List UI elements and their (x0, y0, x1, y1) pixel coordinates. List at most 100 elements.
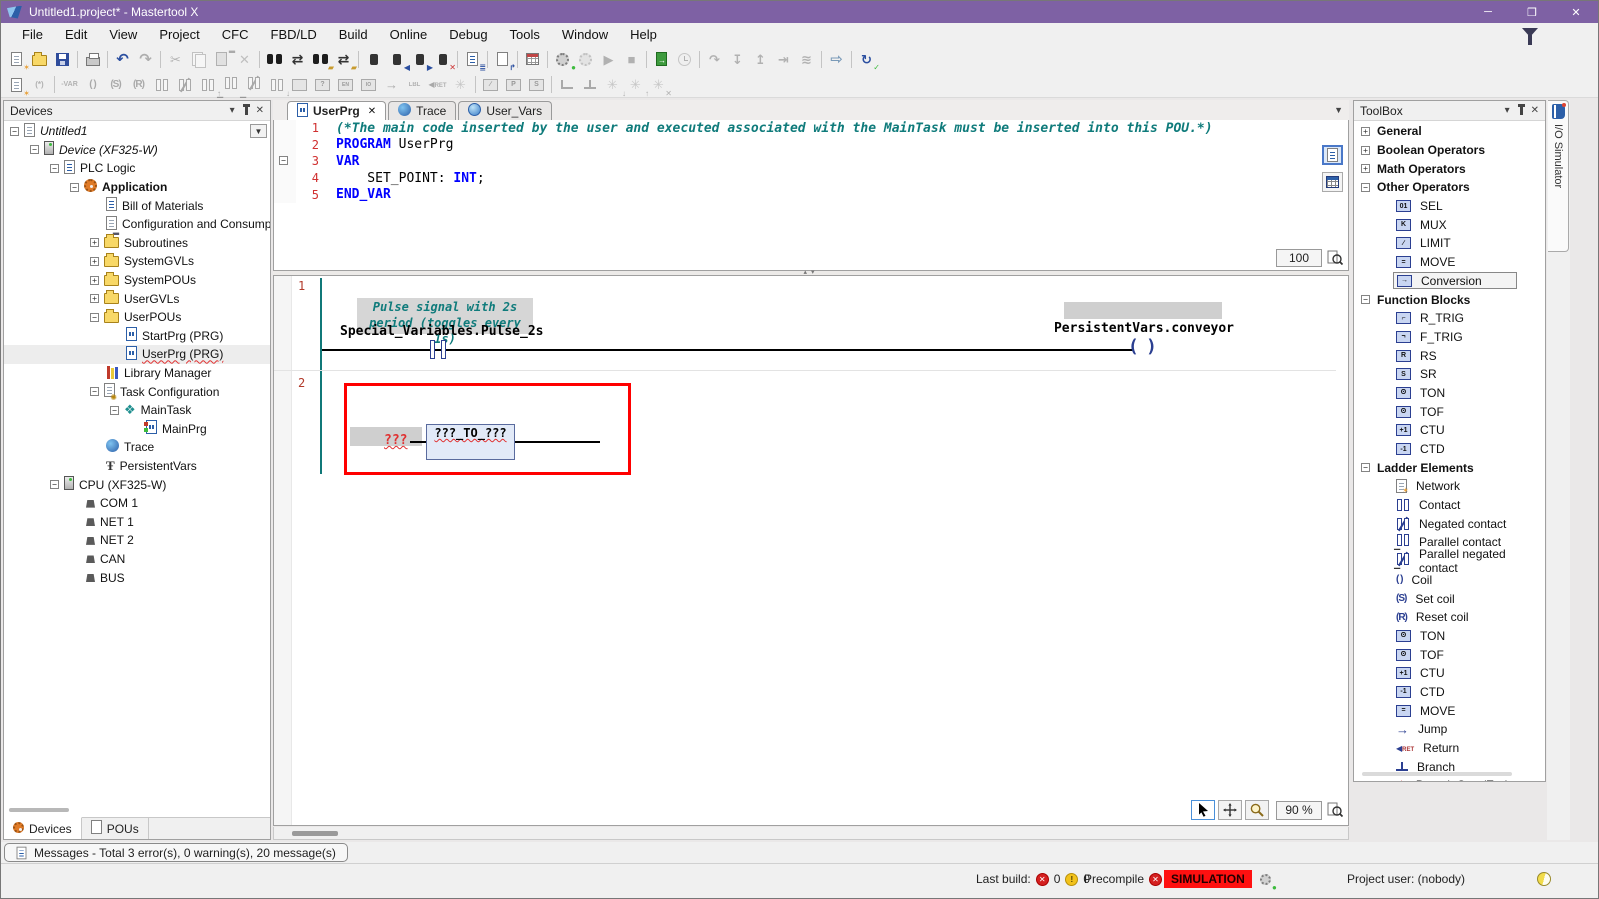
menu-help[interactable]: Help (619, 25, 668, 44)
flow-control-icon[interactable]: ≋ (795, 48, 818, 70)
tree-item-subroutines[interactable]: +Subroutines (4, 234, 270, 253)
collapse-icon[interactable]: − (1361, 463, 1370, 472)
insert-return-icon[interactable]: ◀RET (426, 74, 449, 96)
toolbox-item-ton[interactable]: ʘTON (1354, 384, 1545, 403)
expand-icon[interactable]: + (1361, 146, 1370, 155)
collapse-icon[interactable]: − (1361, 295, 1370, 304)
io-simulator-tab[interactable]: I/O Simulator (1548, 100, 1569, 252)
toolbox-item-tof[interactable]: ʘTOF (1354, 402, 1545, 421)
tree-item-usergvls[interactable]: +UserGVLs (4, 289, 270, 308)
menu-fbd-ld[interactable]: FBD/LD (260, 25, 328, 44)
generate-code-icon[interactable] (574, 48, 597, 70)
stop-icon[interactable]: ■ (620, 48, 643, 70)
find-icon[interactable] (263, 48, 286, 70)
insert-network-icon[interactable]: ✶ (5, 74, 28, 96)
coil-symbol[interactable]: ( (1128, 336, 1139, 357)
network-number[interactable]: 2 (298, 376, 305, 390)
panel-pin-icon[interactable] (1520, 107, 1523, 115)
toolbox-item-branch-start-end[interactable]: ✳↕Branch Start/End (1354, 776, 1545, 781)
toolbox-item-reset-coil[interactable]: (R)Reset coil (1354, 608, 1545, 627)
insert-block-with-io-icon[interactable]: IO (357, 74, 380, 96)
table-view-button[interactable] (1322, 172, 1343, 192)
menu-view[interactable]: View (98, 25, 148, 44)
update-parameters-icon[interactable]: ✳ (449, 74, 472, 96)
collapse-icon[interactable]: − (30, 145, 39, 154)
tree-item-userpous[interactable]: −UserPOUs (4, 308, 270, 327)
insert-parallel-contact-icon[interactable]: ▁ (219, 74, 242, 96)
insert-block-with-en-icon[interactable]: EN (334, 74, 357, 96)
toolbox-category-ladder-elements[interactable]: −Ladder Elements (1354, 458, 1545, 477)
toolbox-category-math-operators[interactable]: +Math Operators (1354, 159, 1545, 178)
maximize-button[interactable]: ❒ (1510, 1, 1554, 23)
toolbox-item-tof[interactable]: ʘTOF (1354, 645, 1545, 664)
new-project-icon[interactable]: ✶ (5, 48, 28, 70)
insert-edge-contact-icon[interactable]: ↑ (196, 74, 219, 96)
insert-negated-contact-icon[interactable] (173, 74, 196, 96)
insert-assignment-icon[interactable]: -VAR (58, 74, 81, 96)
delete-icon[interactable]: ✕ (233, 48, 256, 70)
login-icon[interactable] (650, 48, 673, 70)
block-input-operand[interactable]: ??? (384, 433, 407, 448)
insert-network-below-icon[interactable]: ✳↓ (601, 74, 624, 96)
tab-list-dropdown-icon[interactable]: ▼ (1334, 105, 1343, 115)
cut-icon[interactable]: ✂ (164, 48, 187, 70)
tree-item-configuration-and-consumption[interactable]: ▂Configuration and Consumption (4, 215, 270, 234)
insert-branch-icon[interactable] (555, 74, 578, 96)
ladder-editor[interactable]: 1 2 Pulse signal with 2s period (toggles… (273, 275, 1349, 826)
save-icon[interactable] (51, 48, 74, 70)
open-project-icon[interactable] (28, 48, 51, 70)
toolbox-item-set-coil[interactable]: (S)Set coil (1354, 589, 1545, 608)
toolbox-item-move[interactable]: =MOVE (1354, 701, 1545, 720)
contact-symbol[interactable] (430, 340, 435, 359)
toolbox-item-contact[interactable]: Contact (1354, 496, 1545, 515)
messages-view-icon[interactable]: ≣ (461, 48, 484, 70)
toolbox-item-parallel-negated-contact[interactable]: ▁Parallel negated contact (1354, 552, 1545, 571)
menu-project[interactable]: Project (148, 25, 210, 44)
panel-dropdown-icon[interactable]: ▾ (230, 105, 235, 116)
code-line[interactable]: 4 SET_POINT: INT; (274, 170, 1348, 187)
online-change-check-icon[interactable]: ↻✓ (855, 48, 878, 70)
toolbox-item-limit[interactable]: ∕LIMIT (1354, 234, 1545, 253)
toolbox-item-mux[interactable]: KMUX (1354, 215, 1545, 234)
tree-item-device-xf325-w-[interactable]: −Device (XF325-W) (4, 141, 270, 160)
tree-item-persistentvars[interactable]: ŦPersistentVars (4, 457, 270, 476)
editor-tab-trace[interactable]: Trace (388, 101, 456, 120)
collapse-icon[interactable]: − (50, 164, 59, 173)
network-number[interactable]: 1 (298, 279, 305, 293)
expand-icon[interactable]: + (1361, 164, 1370, 173)
step-into-icon[interactable]: ↧ (726, 48, 749, 70)
insert-coil-icon[interactable]: ( ) (81, 74, 104, 96)
insert-contact-icon[interactable] (150, 74, 173, 96)
previous-bookmark-icon[interactable]: ◀ (385, 48, 408, 70)
step-over-icon[interactable]: ↷ (703, 48, 726, 70)
editor-hscrollbar[interactable] (273, 827, 1349, 840)
ladder-zoom-icon[interactable] (1325, 801, 1344, 819)
bottom-tab-devices[interactable]: Devices (4, 817, 82, 839)
project-dropdown-button[interactable]: ▼ (250, 124, 267, 138)
contact-operand-label[interactable]: Special_Variables.Pulse_2s (340, 324, 544, 339)
step-out-icon[interactable]: ↥ (749, 48, 772, 70)
redo-icon[interactable]: ↷ (134, 48, 157, 70)
collapse-icon[interactable]: − (110, 406, 119, 415)
toolbox-item-move[interactable]: =MOVE (1354, 253, 1545, 272)
coil-operand-label[interactable]: PersistentVars.conveyor (1044, 321, 1244, 336)
copy-icon[interactable] (187, 48, 210, 70)
panel-pin-icon[interactable] (245, 107, 248, 115)
next-bookmark-icon[interactable]: ▶ (408, 48, 431, 70)
collapse-icon[interactable]: − (1361, 183, 1370, 192)
code-line[interactable]: 5END_VAR (274, 186, 1348, 203)
declaration-zoom-box[interactable]: 100 (1276, 249, 1322, 267)
messages-tab[interactable]: Messages - Total 3 error(s), 0 warning(s… (4, 843, 348, 862)
declaration-zoom-icon[interactable] (1325, 249, 1344, 267)
toolbox-item-rs[interactable]: RRS (1354, 346, 1545, 365)
undo-icon[interactable]: ↶ (111, 48, 134, 70)
insert-network-above-icon[interactable]: ✳↑ (624, 74, 647, 96)
negate-icon[interactable]: ∕ (479, 74, 502, 96)
zoom-tool-button[interactable] (1245, 800, 1269, 820)
panel-close-icon[interactable]: ✕ (256, 105, 264, 116)
code-line[interactable]: −3VAR (274, 153, 1348, 170)
toolbox-item-sr[interactable]: SSR (1354, 365, 1545, 384)
toolbox-item-return[interactable]: ◀RETReturn (1354, 739, 1545, 758)
text-view-button[interactable] (1322, 145, 1343, 165)
expand-icon[interactable]: + (90, 257, 99, 266)
